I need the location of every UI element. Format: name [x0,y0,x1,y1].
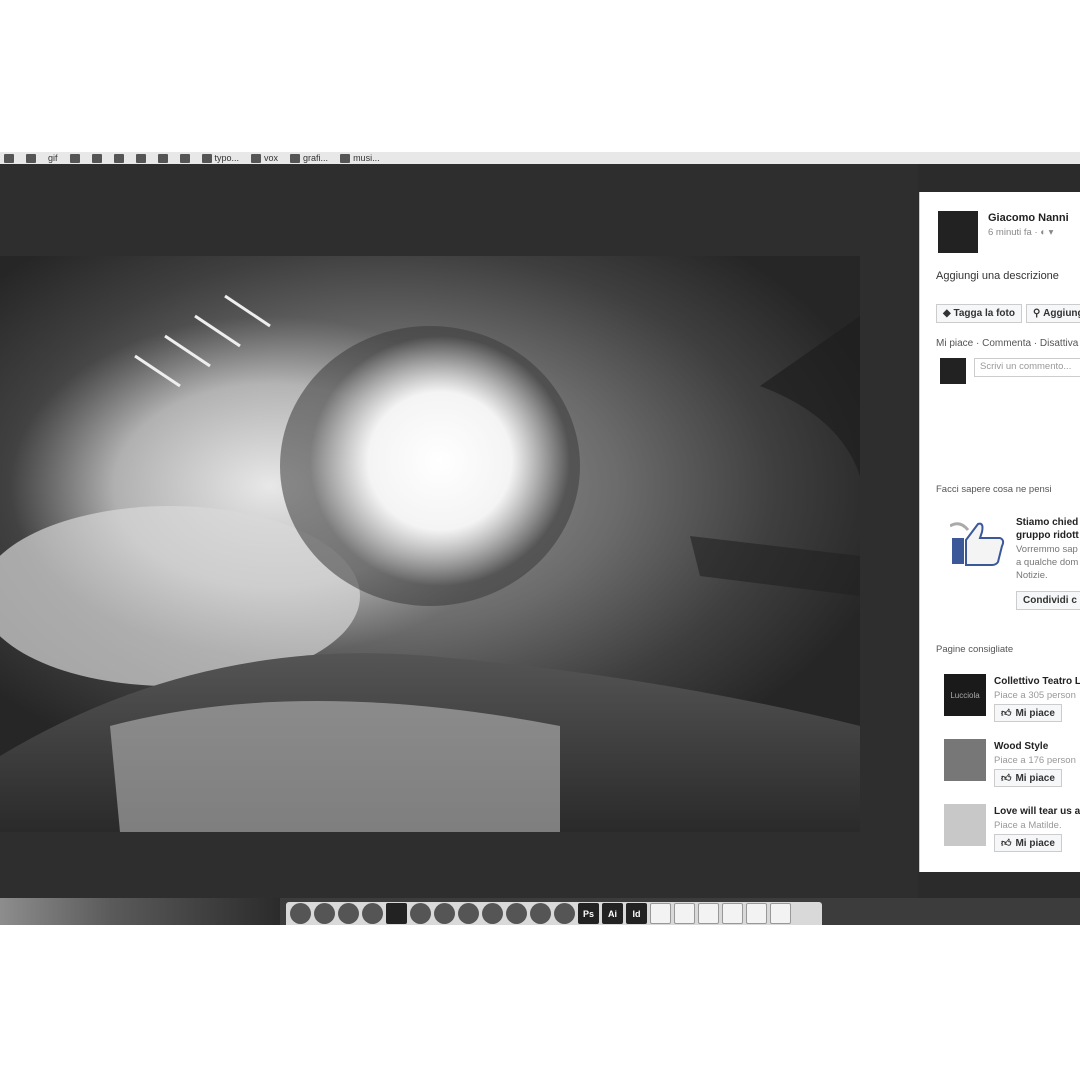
folder-icon [201,153,212,163]
suggested-page-item[interactable]: Lucciola Collettivo Teatro L Piace a 305… [944,674,1080,724]
monitor-screen: gif typo... vox grafi... musi... Giacomo… [0,152,1080,925]
dock: Ps Ai Id [0,898,1080,925]
page-name[interactable]: Love will tear us a [994,806,1080,817]
folder-icon [340,153,351,163]
bookmark-icon[interactable] [179,153,190,163]
photos-icon[interactable] [386,903,407,924]
preview-icon[interactable] [338,903,359,924]
notes-icon[interactable] [650,903,671,924]
add-description[interactable]: Aggiungi una descrizione [936,270,1059,282]
bookmark-item[interactable]: musi... [340,153,380,163]
feedback-title: Stiamo chied gruppo ridott [1016,516,1079,542]
tag-photo-button[interactable]: ◆ Tagga la foto [936,304,1022,323]
bookmark-icon[interactable] [113,153,124,163]
photo-image [0,294,860,832]
tag-photo-label: Tagga la foto [953,308,1015,319]
app-icon[interactable] [554,903,575,924]
whatsapp-icon[interactable] [482,903,503,924]
textedit-icon[interactable] [674,903,695,924]
page-thumbnail[interactable] [944,739,986,781]
suggested-page-item[interactable]: Love will tear us a Piace a Matilde. 👍︎ M… [944,804,1080,854]
bookmark-item[interactable]: grafi... [290,153,328,163]
page-name[interactable]: Wood Style [994,741,1048,752]
post-author[interactable]: Giacomo Nanni [988,212,1069,224]
spotify-icon[interactable] [410,903,431,924]
dock-bar: Ps Ai Id [286,902,822,925]
folder-icon[interactable] [746,903,767,924]
feedback-text-line: Vorremmo sap [1016,544,1078,555]
page-name[interactable]: Collettivo Teatro L [994,676,1080,687]
thumbs-up-icon: 👍︎ [1001,708,1012,719]
facebook-side-panel: Giacomo Nanni 6 minuti fa · ◐ ▾ Aggiungi… [919,192,1080,872]
bookmark-label: typo... [214,153,240,163]
globe-icon[interactable]: ◐ ▾ [1040,227,1053,238]
author-avatar[interactable] [938,211,978,253]
post-time-text: 6 minuti fa · [988,227,1038,238]
bookmarks-bar: gif typo... vox grafi... musi... [0,152,1080,164]
thumbs-up-icon: 👍︎ [1001,838,1012,849]
bookmark-label: vox [264,153,279,163]
page-thumbnail[interactable]: Lucciola [944,674,986,716]
commenter-avatar [940,358,966,384]
thumbs-up-icon: 👍︎ [1001,773,1012,784]
feedback-title-line: gruppo ridott [1016,530,1079,541]
bookmark-label: musi... [353,153,380,163]
like-page-button[interactable]: 👍︎ Mi piace [994,834,1062,852]
folder-icon[interactable] [698,903,719,924]
bookmark-icon[interactable] [26,153,36,163]
page-likes: Piace a 305 person [994,690,1076,701]
feedback-heading: Facci sapere cosa ne pensi [936,484,1052,495]
like-page-label: Mi piace [1015,707,1055,719]
thumbs-up-icon [950,522,1005,566]
bookmark-icon[interactable] [91,153,102,163]
post-time: 6 minuti fa · ◐ ▾ [988,227,1053,238]
comment-input[interactable]: Scrivi un commento... [974,358,1080,377]
bookmark-icon[interactable] [69,153,80,163]
add-location-button[interactable]: ⚲ Aggiung [1026,304,1080,323]
photo[interactable] [0,256,860,832]
add-location-label: Aggiung [1043,308,1080,319]
feedback-text-line: a qualche dom [1016,557,1079,568]
bookmark-item[interactable]: gif [48,153,58,163]
tag-icon: ◆ [943,308,951,319]
illustrator-icon[interactable]: Ai [602,903,623,924]
folder-icon [251,153,262,163]
bookmark-icon[interactable] [157,153,168,163]
folder-icon[interactable] [722,903,743,924]
bookmark-item[interactable]: typo... [201,153,240,163]
f-icon[interactable] [434,903,455,924]
messenger-icon[interactable] [458,903,479,924]
chrome-icon[interactable] [362,903,383,924]
suggested-page-item[interactable]: Wood Style Piace a 176 person 👍︎ Mi piace [944,739,1080,789]
desktop-background [0,898,280,925]
location-pin-icon: ⚲ [1033,308,1041,319]
page-thumbnail[interactable] [944,804,986,846]
like-page-label: Mi piace [1015,772,1055,784]
launchpad-icon[interactable] [314,903,335,924]
finder-icon[interactable] [290,903,311,924]
s-icon[interactable] [506,903,527,924]
photoshop-icon[interactable]: Ps [578,903,599,924]
photo-viewer-background [0,164,918,908]
feedback-text-line: Notizie. [1016,570,1048,581]
feedback-title-line: Stiamo chied [1016,517,1079,528]
like-page-button[interactable]: 👍︎ Mi piace [994,704,1062,722]
c-icon[interactable] [530,903,551,924]
share-feedback-button[interactable]: Condividi c [1016,591,1080,610]
post-actions[interactable]: Mi piace · Commenta · Disattiva [936,338,1078,349]
suggested-pages-heading: Pagine consigliate [936,644,1014,655]
bookmark-label: grafi... [303,153,329,163]
page-likes: Piace a Matilde. [994,820,1062,831]
bookmark-icon[interactable] [4,153,14,163]
like-page-label: Mi piace [1015,837,1055,849]
feedback-text: Vorremmo sap a qualche dom Notizie. [1016,543,1078,582]
page-likes: Piace a 176 person [994,755,1076,766]
bookmark-icon[interactable] [135,153,146,163]
trash-icon[interactable] [770,903,791,924]
like-page-button[interactable]: 👍︎ Mi piace [994,769,1062,787]
bookmark-item[interactable]: vox [251,153,278,163]
indesign-icon[interactable]: Id [626,903,647,924]
folder-icon [290,153,301,163]
bookmark-label: gif [48,153,58,163]
